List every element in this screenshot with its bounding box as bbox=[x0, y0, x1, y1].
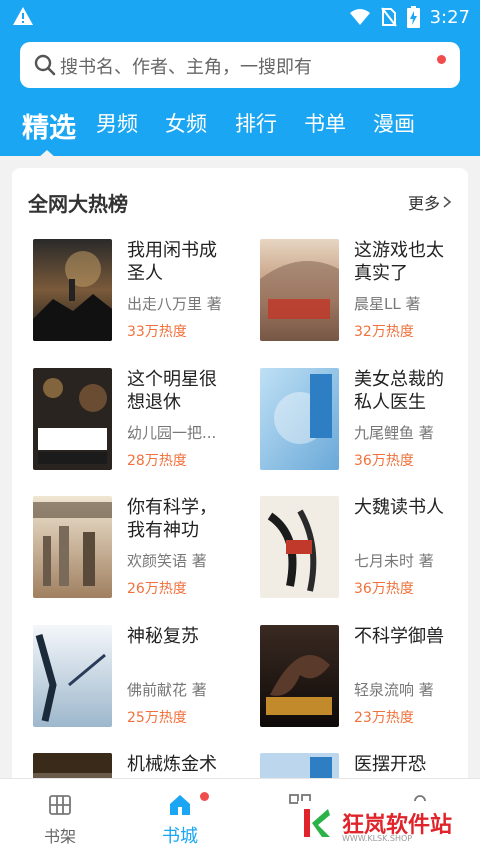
book-author: 晨星LL 著 bbox=[354, 295, 421, 313]
book-title: 美女总裁的私人医生 bbox=[354, 369, 444, 413]
more-label: 更多 bbox=[407, 194, 440, 213]
hot-list-card: 全网大热榜 更多 我用闲书成圣人 出走八万里 著 33万热度 这游戏也太真实了 … bbox=[12, 168, 468, 788]
book-author: 轻泉流响 著 bbox=[354, 681, 434, 699]
nav-bookshelf[interactable]: 书架 bbox=[0, 779, 120, 854]
store-icon bbox=[170, 795, 190, 815]
nav-label: 书城 bbox=[162, 826, 198, 847]
watermark: 狂岚软件站 WWW.KLSK.SHOP bbox=[298, 801, 470, 849]
book-title: 这个明星很想退休 bbox=[127, 369, 217, 413]
book-cover bbox=[33, 239, 112, 341]
no-sim-icon bbox=[380, 7, 397, 27]
book-title: 医摆开恐 bbox=[354, 754, 426, 775]
book-item[interactable]: 这游戏也太真实了 晨星LL 著 32万热度 bbox=[239, 239, 459, 349]
book-cover bbox=[33, 496, 112, 598]
book-title: 机械炼金术 bbox=[127, 754, 217, 775]
book-author: 出走八万里 著 bbox=[127, 295, 222, 313]
status-bar: 3:27 bbox=[0, 0, 480, 34]
book-item[interactable]: 这个明星很想退休 幼儿园一把... 28万热度 bbox=[12, 368, 232, 478]
book-author: 九尾鲤鱼 著 bbox=[354, 424, 434, 442]
book-item[interactable]: 我用闲书成圣人 出走八万里 著 33万热度 bbox=[12, 239, 232, 349]
battery-icon bbox=[406, 6, 420, 28]
tab-featured[interactable]: 精选 bbox=[22, 106, 76, 145]
book-author: 七月未时 著 bbox=[354, 552, 434, 570]
status-time: 3:27 bbox=[429, 6, 470, 28]
wifi-icon bbox=[349, 9, 370, 25]
book-cover bbox=[260, 496, 339, 598]
tab-female[interactable]: 女频 bbox=[165, 108, 207, 138]
book-cover bbox=[260, 239, 339, 341]
book-heat: 36万热度 bbox=[354, 581, 414, 597]
tab-booklist[interactable]: 书单 bbox=[304, 108, 346, 138]
watermark-logo-icon bbox=[304, 809, 330, 837]
book-item[interactable]: 神秘复苏 佛前献花 著 25万热度 bbox=[12, 625, 232, 735]
tab-comics[interactable]: 漫画 bbox=[373, 108, 415, 138]
notification-dot bbox=[200, 792, 209, 801]
book-item[interactable]: 美女总裁的私人医生 九尾鲤鱼 著 36万热度 bbox=[239, 368, 459, 478]
book-cover bbox=[33, 625, 112, 727]
notification-dot bbox=[437, 55, 446, 64]
book-cover bbox=[33, 368, 112, 470]
book-author: 佛前献花 著 bbox=[127, 681, 207, 699]
book-author: 幼儿园一把... bbox=[127, 424, 217, 442]
tab-ranking[interactable]: 排行 bbox=[235, 108, 277, 138]
book-title: 神秘复苏 bbox=[127, 626, 199, 647]
book-title: 我用闲书成圣人 bbox=[127, 240, 217, 284]
category-tabs: 精选 男频 女频 排行 书单 漫画 bbox=[0, 106, 480, 158]
warning-icon bbox=[13, 7, 33, 25]
more-link[interactable]: 更多 bbox=[408, 190, 452, 214]
book-title: 大魏读书人 bbox=[354, 497, 444, 518]
book-item[interactable]: 大魏读书人 七月未时 著 36万热度 bbox=[239, 496, 459, 606]
book-heat: 33万热度 bbox=[127, 324, 187, 340]
book-title: 这游戏也太真实了 bbox=[354, 240, 444, 284]
book-heat: 36万热度 bbox=[354, 453, 414, 469]
nav-store[interactable]: 书城 bbox=[120, 779, 240, 854]
watermark-url: WWW.KLSK.SHOP bbox=[342, 834, 413, 843]
book-cover bbox=[260, 625, 339, 727]
book-heat: 32万热度 bbox=[354, 324, 414, 340]
book-heat: 26万热度 bbox=[127, 581, 187, 597]
bookshelf-icon bbox=[49, 795, 71, 815]
search-icon bbox=[34, 54, 56, 76]
book-author: 欢颜笑语 著 bbox=[127, 552, 207, 570]
search-placeholder[interactable]: 搜书名、作者、主角，一搜即有 bbox=[60, 53, 312, 79]
section-title: 全网大热榜 bbox=[28, 192, 128, 216]
book-heat: 25万热度 bbox=[127, 710, 187, 726]
book-title: 你有科学，我有神功 bbox=[127, 497, 217, 541]
book-item[interactable]: 你有科学，我有神功 欢颜笑语 著 26万热度 bbox=[12, 496, 232, 606]
app-header: 3:27 搜书名、作者、主角，一搜即有 精选 男频 女频 排行 书单 漫画 bbox=[0, 0, 480, 158]
book-heat: 28万热度 bbox=[127, 453, 187, 469]
book-cover bbox=[260, 368, 339, 470]
nav-label: 书架 bbox=[43, 827, 76, 846]
chevron-right-icon bbox=[443, 196, 452, 208]
tab-male[interactable]: 男频 bbox=[96, 108, 138, 138]
tab-indicator bbox=[38, 150, 56, 158]
book-heat: 23万热度 bbox=[354, 710, 414, 726]
search-bar[interactable]: 搜书名、作者、主角，一搜即有 bbox=[20, 42, 460, 88]
book-item[interactable]: 不科学御兽 轻泉流响 著 23万热度 bbox=[239, 625, 459, 735]
book-title: 不科学御兽 bbox=[354, 626, 444, 647]
